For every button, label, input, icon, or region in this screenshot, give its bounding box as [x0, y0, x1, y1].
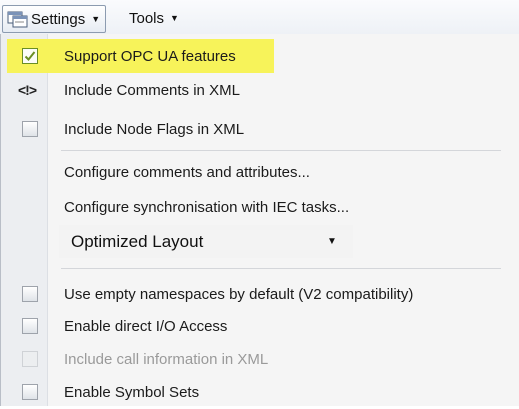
tools-menu-button[interactable]: Tools ▼: [129, 5, 179, 31]
settings-dropdown-menu: Support OPC UA features <!> Include Comm…: [0, 34, 519, 406]
menu-separator: [61, 268, 501, 269]
settings-icon: [7, 11, 28, 28]
menu-item-label: Enable direct I/O Access: [64, 318, 228, 335]
settings-menu-label: Settings: [31, 10, 86, 28]
checkbox-icon: [22, 121, 38, 137]
layout-combobox[interactable]: Optimized Layout ▼: [59, 225, 353, 258]
menu-item-label: Include call information in XML: [64, 351, 269, 368]
chevron-down-icon[interactable]: ▼: [327, 225, 337, 258]
menu-item-enable-direct-io[interactable]: Enable direct I/O Access: [1, 310, 519, 343]
menu-item-include-call-info: Include call information in XML: [1, 343, 519, 376]
checkbox-icon: [22, 384, 38, 400]
menu-item-support-opc-ua[interactable]: Support OPC UA features: [1, 40, 519, 73]
checkbox-icon: [22, 318, 38, 334]
checkbox-icon: [22, 286, 38, 302]
layout-combobox-value: Optimized Layout: [71, 232, 204, 251]
menu-item-label: Use empty namespaces by default (V2 comp…: [64, 286, 414, 303]
xml-comment-icon: <!>: [18, 82, 37, 98]
checkbox-checked-icon: [22, 48, 38, 64]
menu-item-label: Configure synchronisation with IEC tasks…: [64, 199, 350, 216]
tools-menu-label: Tools: [129, 9, 165, 27]
menu-item-label: Include Comments in XML: [64, 82, 240, 99]
chevron-down-icon: ▼: [170, 13, 179, 23]
checkbox-disabled-icon: [22, 351, 38, 367]
menu-item-label: Configure comments and attributes...: [64, 164, 310, 181]
menu-item-enable-symbol-sets[interactable]: Enable Symbol Sets: [1, 376, 519, 409]
menu-item-label: Enable Symbol Sets: [64, 384, 200, 401]
menu-item-label: Support OPC UA features: [64, 48, 236, 65]
menu-bar: Settings ▼ Tools ▼: [0, 0, 519, 34]
menu-item-configure-sync[interactable]: Configure synchronisation with IEC tasks…: [1, 191, 519, 224]
menu-separator: [61, 150, 501, 151]
settings-menu-button[interactable]: Settings ▼: [2, 5, 107, 33]
menu-item-include-node-flags[interactable]: Include Node Flags in XML: [1, 113, 519, 146]
menu-item-use-empty-namespaces[interactable]: Use empty namespaces by default (V2 comp…: [1, 278, 519, 311]
menu-item-label: Include Node Flags in XML: [64, 121, 245, 138]
chevron-down-icon: ▼: [91, 14, 101, 24]
menu-item-configure-comments[interactable]: Configure comments and attributes...: [1, 156, 519, 189]
menu-item-include-comments[interactable]: <!> Include Comments in XML: [1, 74, 519, 107]
